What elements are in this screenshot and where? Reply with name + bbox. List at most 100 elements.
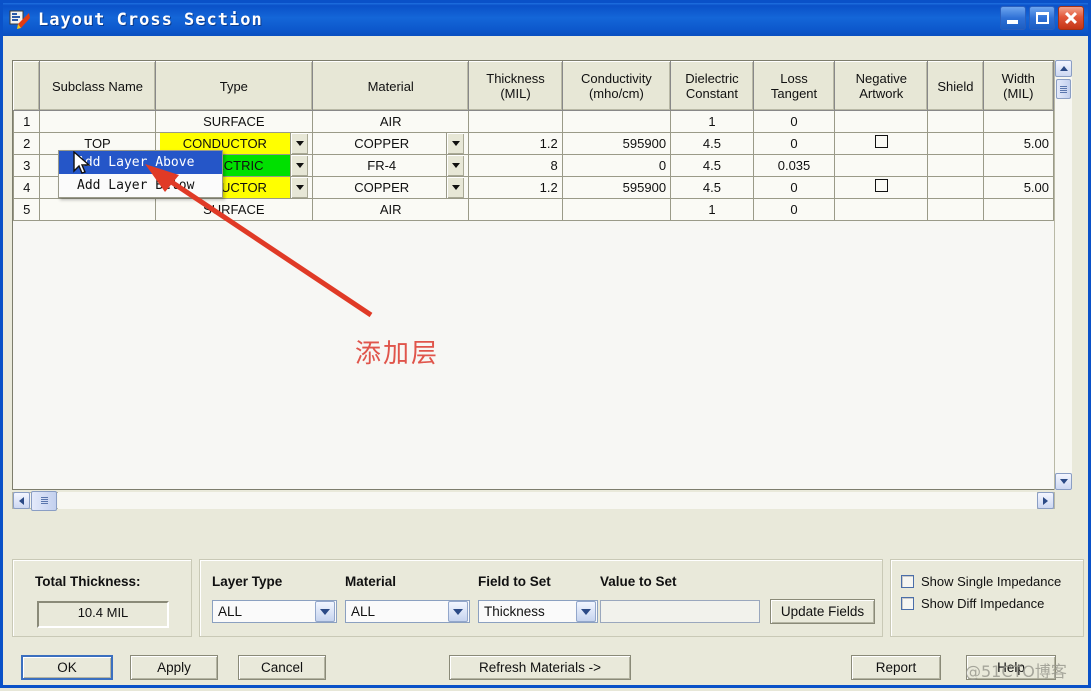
chevron-down-icon[interactable] [446, 133, 465, 154]
cell-shield[interactable] [927, 176, 984, 199]
chevron-down-icon[interactable] [290, 155, 309, 176]
chevron-down-icon[interactable] [576, 601, 596, 622]
chevron-down-icon[interactable] [448, 601, 468, 622]
cell-width[interactable] [982, 110, 1054, 133]
value-to-set-input[interactable] [600, 600, 760, 623]
chevron-down-icon[interactable] [290, 177, 309, 198]
header-type[interactable]: Type [154, 61, 314, 111]
cell-conductivity[interactable] [561, 110, 672, 133]
cell-type[interactable]: SURFACE [154, 198, 314, 221]
show-single-impedance-row[interactable]: Show Single Impedance [901, 574, 1061, 589]
vscroll-thumb[interactable] [1056, 79, 1071, 99]
cell-dielectric-constant[interactable]: 4.5 [670, 176, 754, 199]
cell-negative-artwork[interactable] [834, 176, 929, 199]
cell-width[interactable] [982, 198, 1054, 221]
scroll-left-icon[interactable] [13, 492, 30, 509]
row-number[interactable]: 5 [13, 198, 41, 221]
scroll-right-icon[interactable] [1037, 492, 1054, 509]
cell-material[interactable]: AIR [312, 110, 470, 133]
row-number[interactable]: 3 [13, 154, 41, 177]
cancel-button[interactable]: Cancel [238, 655, 326, 680]
field-to-set-select[interactable]: Thickness [478, 600, 598, 623]
cell-negative-artwork[interactable] [834, 132, 929, 155]
header-shield[interactable]: Shield [927, 61, 984, 111]
maximize-button[interactable] [1029, 6, 1055, 30]
cell-thickness[interactable]: 1.2 [468, 132, 563, 155]
layer-type-select[interactable]: ALL [212, 600, 337, 623]
cell-loss-tangent[interactable]: 0 [752, 110, 836, 133]
cell-material[interactable]: FR-4 [312, 154, 470, 177]
cell-negative-artwork[interactable] [834, 198, 929, 221]
scroll-up-icon[interactable] [1055, 60, 1072, 77]
minimize-button[interactable] [1000, 6, 1026, 30]
cell-width[interactable] [982, 154, 1054, 177]
cell-subclass-name[interactable] [39, 110, 156, 133]
show-single-impedance-checkbox[interactable] [901, 575, 914, 588]
update-fields-button[interactable]: Update Fields [770, 599, 875, 624]
header-loss-tangent[interactable]: Loss Tangent [752, 61, 836, 111]
hscroll-track[interactable] [58, 492, 1037, 509]
cell-width[interactable]: 5.00 [982, 176, 1054, 199]
cell-thickness[interactable]: 1.2 [468, 176, 563, 199]
cell-loss-tangent[interactable]: 0 [752, 176, 836, 199]
cell-width[interactable]: 5.00 [982, 132, 1054, 155]
hscroll-thumb[interactable] [31, 490, 57, 511]
cell-conductivity[interactable]: 595900 [561, 132, 672, 155]
cell-dielectric-constant[interactable]: 1 [670, 198, 754, 221]
cell-negative-artwork[interactable] [834, 154, 929, 177]
grid-vertical-scrollbar[interactable] [1054, 60, 1072, 490]
header-thickness[interactable]: Thickness (MIL) [468, 61, 563, 111]
negative-artwork-checkbox[interactable] [874, 135, 888, 148]
row-number[interactable]: 1 [13, 110, 41, 133]
material-select[interactable]: ALL [345, 600, 470, 623]
chevron-down-icon[interactable] [315, 601, 335, 622]
chevron-down-icon[interactable] [290, 133, 309, 154]
cell-type[interactable]: SURFACE [154, 110, 314, 133]
cell-conductivity[interactable] [561, 198, 672, 221]
grid-horizontal-scrollbar[interactable] [12, 490, 1055, 511]
show-diff-impedance-checkbox[interactable] [901, 597, 914, 610]
close-button[interactable] [1058, 6, 1084, 30]
cell-shield[interactable] [927, 110, 984, 133]
cell-loss-tangent[interactable]: 0 [752, 198, 836, 221]
row-number[interactable]: 4 [13, 176, 41, 199]
cell-dielectric-constant[interactable]: 1 [670, 110, 754, 133]
cell-conductivity[interactable]: 595900 [561, 176, 672, 199]
row-number[interactable]: 2 [13, 132, 41, 155]
cell-dielectric-constant[interactable]: 4.5 [670, 132, 754, 155]
cell-dielectric-constant[interactable]: 4.5 [670, 154, 754, 177]
header-material[interactable]: Material [312, 61, 470, 111]
title-bar[interactable]: Layout Cross Section [3, 3, 1088, 36]
cell-thickness[interactable] [468, 198, 563, 221]
cell-thickness[interactable]: 8 [468, 154, 563, 177]
table-row[interactable]: 5 SURFACE AIR 1 0 [13, 198, 1054, 221]
cell-material[interactable]: COPPER [312, 132, 470, 155]
cell-subclass-name[interactable] [39, 198, 156, 221]
cell-shield[interactable] [927, 198, 984, 221]
scroll-down-icon[interactable] [1055, 473, 1072, 490]
report-button[interactable]: Report [851, 655, 941, 680]
apply-button[interactable]: Apply [130, 655, 218, 680]
chevron-down-icon[interactable] [446, 155, 465, 176]
negative-artwork-checkbox[interactable] [874, 179, 888, 192]
ok-button[interactable]: OK [21, 655, 113, 680]
cell-shield[interactable] [927, 132, 984, 155]
cell-material[interactable]: AIR [312, 198, 470, 221]
cell-material[interactable]: COPPER [312, 176, 470, 199]
refresh-materials-button[interactable]: Refresh Materials -> [449, 655, 631, 680]
table-row[interactable]: 1 SURFACE AIR 1 0 [13, 110, 1054, 133]
chevron-down-icon[interactable] [446, 177, 465, 198]
cell-thickness[interactable] [468, 110, 563, 133]
header-subclass-name[interactable]: Subclass Name [39, 61, 156, 111]
cell-loss-tangent[interactable]: 0 [752, 132, 836, 155]
header-conductivity[interactable]: Conductivity (mho/cm) [561, 61, 672, 111]
cell-conductivity[interactable]: 0 [561, 154, 672, 177]
cell-negative-artwork[interactable] [834, 110, 929, 133]
header-dielectric-constant[interactable]: Dielectric Constant [670, 61, 754, 111]
header-negative-artwork[interactable]: Negative Artwork [834, 61, 929, 111]
header-width[interactable]: Width (MIL) [982, 61, 1054, 111]
show-diff-impedance-row[interactable]: Show Diff Impedance [901, 596, 1061, 611]
vscroll-track[interactable] [1055, 77, 1072, 473]
cell-shield[interactable] [927, 154, 984, 177]
cell-loss-tangent[interactable]: 0.035 [752, 154, 836, 177]
